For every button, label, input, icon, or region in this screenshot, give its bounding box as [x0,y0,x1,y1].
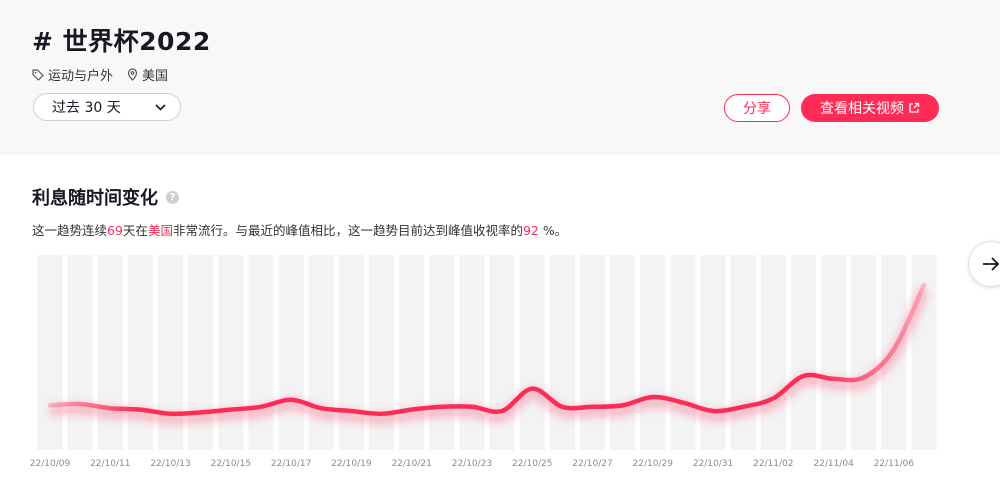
desc-text: 天在 [122,223,148,238]
day-band [278,255,304,450]
x-tick-label: 22/10/27 [572,459,612,469]
day-band [730,255,756,450]
location-pin-icon [127,68,138,81]
time-range-value: 过去 30 天 [52,100,121,116]
chevron-down-icon [155,103,166,111]
x-tick-label: 22/10/29 [633,459,674,469]
trend-meta: 运动与户外 美国 [32,65,182,84]
x-tick-label: 22/10/17 [271,459,311,469]
day-band [670,255,696,450]
arrow-right-icon [983,257,1000,271]
desc-days: 69 [107,223,123,238]
trend-line-chart: 22/10/09 22/10/11 22/10/13 22/10/15 22/10/17… [30,255,937,469]
desc-percent: 92 [522,223,539,238]
x-tick-label: 22/11/02 [753,459,793,469]
x-tick-label: 22/10/23 [452,459,492,469]
view-related-videos-label: 查看相关视频 [820,101,904,117]
category-label: 运动与户外 [48,69,114,84]
day-band [429,255,455,450]
day-band [821,255,847,450]
time-range-select[interactable]: 过去 30 天 [33,93,181,121]
section-title: 利息随时间变化 ? [32,184,179,210]
day-band [851,255,877,450]
day-band [610,255,636,450]
x-tick-label: 22/10/19 [331,459,372,469]
x-tick-label: 22/10/25 [512,459,552,469]
day-band [790,255,817,450]
trend-description: 这一趋势连续69天在美国非常流行。与最近的峰值相比，这一趋势目前达到峰值收视率的… [32,220,567,239]
category-tag: 运动与户外 [32,65,113,84]
x-tick-label: 22/10/13 [150,459,190,469]
x-tick-label: 22/10/15 [211,459,251,469]
external-link-icon [909,102,920,113]
help-icon[interactable]: ? [166,190,179,204]
day-band [549,255,575,450]
region-label: 美国 [142,69,169,84]
day-band [519,255,545,450]
day-band [67,255,93,450]
x-tick-label: 22/10/21 [391,459,431,469]
day-band [37,255,63,450]
x-tick-label: 22/10/11 [90,459,130,469]
hashtag-title: # 世界杯2022 [32,27,211,56]
view-related-videos-button[interactable]: 查看相关视频 [801,94,939,122]
day-band [248,255,274,450]
desc-text: 非常流行。与最近的峰值相比，这一趋势目前达到峰值收视率的 [172,223,523,238]
day-band [308,255,334,450]
day-band [97,255,123,450]
trend-header: # 世界杯2022 运动与户外 美国 过去 30 天 分享 查看相关视频 [0,0,1000,155]
day-band [459,255,485,450]
region-tag: 美国 [127,65,168,84]
desc-region: 美国 [147,223,173,238]
share-button[interactable]: 分享 [724,94,790,122]
x-tick-label: 22/10/31 [693,459,733,469]
desc-text: %。 [538,223,568,238]
x-tick-label: 22/11/04 [813,459,854,469]
section-title-text: 利息随时间变化 [32,188,158,209]
day-band [640,255,666,450]
day-band [760,255,786,450]
x-tick-label: 22/11/06 [874,459,915,469]
tag-icon [32,68,44,81]
desc-text: 这一趋势连续 [32,223,108,238]
x-tick-label: 22/10/09 [30,459,71,469]
day-band [579,255,606,450]
